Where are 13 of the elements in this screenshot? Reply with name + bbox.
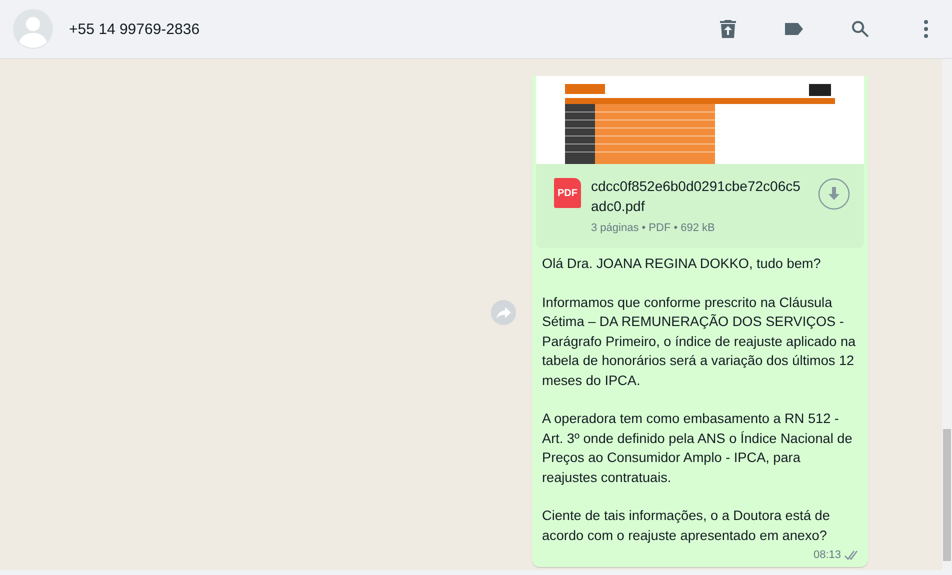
file-details: 3 páginas • PDF • 692 kB bbox=[591, 222, 716, 234]
contact-name[interactable]: +55 14 99769-2836 bbox=[69, 20, 674, 38]
message-paragraph: A operadora tem como embasamento a RN 512 - Art. 3º onde definido pela ANS o Índice Nacional de Preços ao Consumidor Amplo - IPCA, para reajustes contratuais. bbox=[542, 410, 854, 487]
download-icon[interactable] bbox=[818, 178, 850, 210]
message-paragraph: Informamos que conforme prescrito na Cláusula Sétima – DA REMUNERAÇÃO DOS SERVIÇOS - Parágrafo Primeiro, o índice de reajuste aplicado na tabela de honorários será a variação dos últimos 12 meses do IPCA. bbox=[542, 294, 857, 390]
document-attachment[interactable]: PDF cdcc0f852e6b0d0291cbe72c06c5adc0.pdf 3 páginas • PDF • 692 kB bbox=[536, 164, 864, 248]
message-paragraph: Ciente de tais informações, o a Doutora está de acordo com o reajuste apresentado em anexo? bbox=[542, 507, 831, 545]
message-time: 08:13 bbox=[813, 549, 841, 561]
document-preview[interactable] bbox=[536, 76, 864, 164]
scrollbar-thumb[interactable] bbox=[943, 429, 951, 561]
message-paragraph: Olá Dra. JOANA REGINA DOKKO, tudo bem? bbox=[542, 255, 822, 273]
pdf-icon: PDF bbox=[554, 178, 581, 208]
file-name: cdcc0f852e6b0d0291cbe72c06c5adc0.pdf bbox=[591, 177, 802, 216]
